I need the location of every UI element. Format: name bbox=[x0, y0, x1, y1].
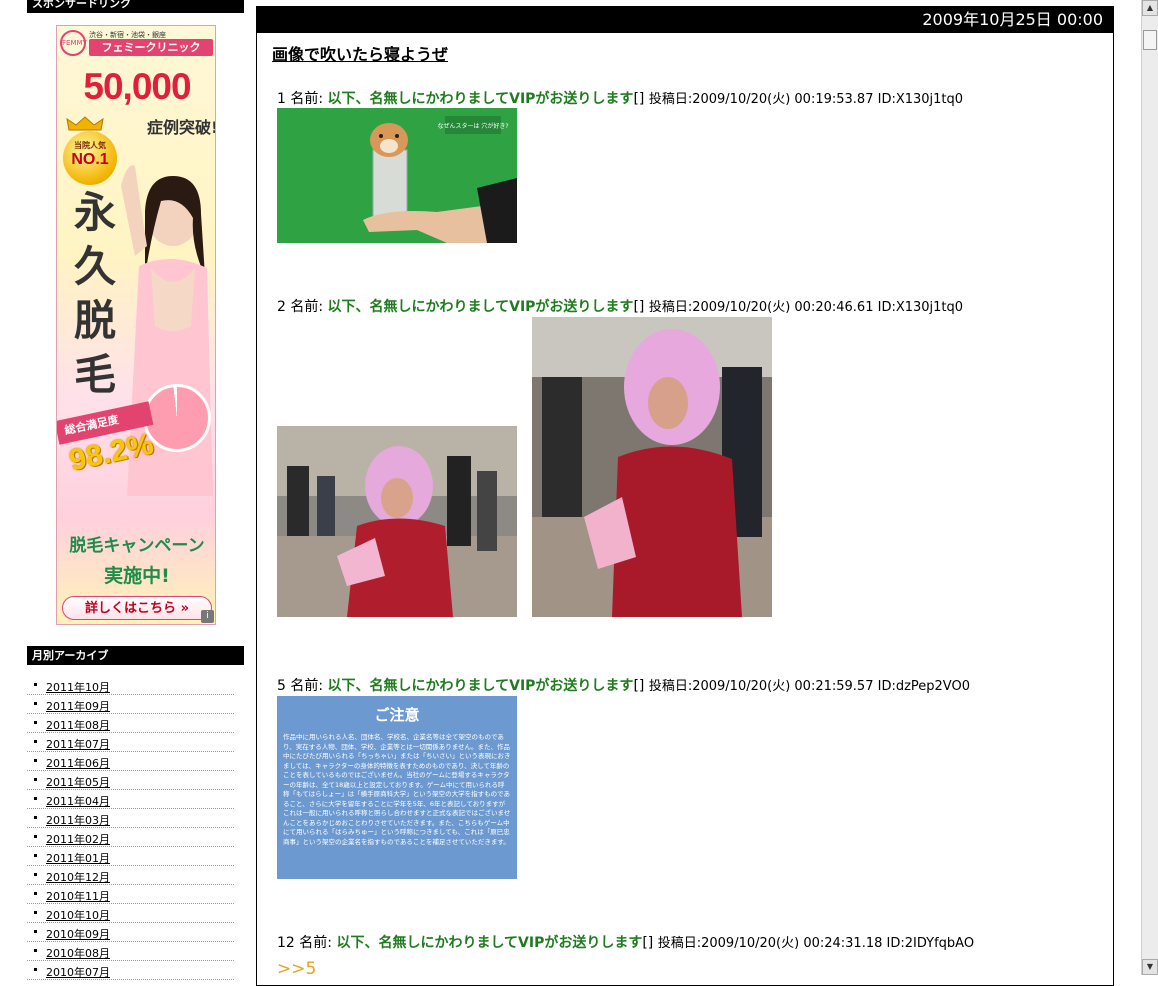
image-caption: なぜんスターは 穴が好き? bbox=[437, 122, 508, 130]
reply-anchor-link[interactable]: >>5 bbox=[277, 959, 316, 979]
post-header: 1 名前: 以下、名無しにかわりましてVIPがお送りします[] 投稿日:2009… bbox=[277, 88, 963, 108]
archive-link[interactable]: 2010年09月 bbox=[46, 928, 110, 941]
post-number: 2 bbox=[277, 299, 286, 315]
archive-item[interactable]: 2011年05月 bbox=[27, 771, 234, 790]
archive-item[interactable]: 2011年02月 bbox=[27, 828, 234, 847]
archive-link[interactable]: 2011年03月 bbox=[46, 814, 110, 827]
post-mail: [] bbox=[642, 935, 654, 951]
crown-icon bbox=[66, 116, 104, 131]
ad-medal-rank: NO.1 bbox=[71, 151, 109, 168]
notice-title: ご注意 bbox=[374, 706, 420, 724]
post-meta: 投稿日:2009/10/20(火) 00:19:53.87 ID:X130j1t… bbox=[648, 92, 964, 107]
clinic-logo-icon: FEMMY bbox=[60, 30, 87, 56]
archive-item[interactable]: 2011年07月 bbox=[27, 733, 234, 752]
archive-item[interactable]: 2010年10月 bbox=[27, 904, 234, 923]
ad-info-icon[interactable]: i bbox=[201, 610, 214, 623]
archive-item[interactable]: 2010年09月 bbox=[27, 923, 234, 942]
post-number: 1 bbox=[277, 91, 286, 107]
cosplay-photo bbox=[277, 426, 517, 617]
post-image-notice[interactable]: ご注意 作品中に用いられる人名、団体名、学校名、企業名等は全て架空のものであり、… bbox=[277, 696, 517, 879]
post-meta: 投稿日:2009/10/20(火) 00:24:31.18 ID:2IDYfqb… bbox=[657, 936, 975, 951]
post-image-cosplay-2[interactable] bbox=[532, 317, 772, 617]
vertical-scrollbar[interactable]: ▲ ▼ bbox=[1141, 0, 1158, 975]
post-number: 5 bbox=[277, 678, 286, 694]
archive-link[interactable]: 2011年05月 bbox=[46, 776, 110, 789]
cosplay-photo bbox=[532, 317, 772, 617]
sidebar: スポンサードリンク FEMMY 渋谷・新宿・池袋・銀座 フェミークリニック 50… bbox=[0, 0, 244, 980]
archive-link[interactable]: 2010年10月 bbox=[46, 909, 110, 922]
archive-item[interactable]: 2011年10月 bbox=[27, 676, 234, 695]
scroll-up-icon[interactable]: ▲ bbox=[1142, 0, 1158, 16]
archive-item[interactable]: 2011年01月 bbox=[27, 847, 234, 866]
ad-case-count-sub: 症例突破! bbox=[147, 118, 216, 137]
archive-item[interactable]: 2011年06月 bbox=[27, 752, 234, 771]
post-mail: [] bbox=[633, 91, 645, 107]
scroll-thumb[interactable] bbox=[1143, 30, 1157, 50]
archive-link[interactable]: 2011年06月 bbox=[46, 757, 110, 770]
post-header: 2 名前: 以下、名無しにかわりましてVIPがお送りします[] 投稿日:2009… bbox=[277, 296, 963, 316]
notice-text: 作品中に用いられる人名、団体名、学校名、企業名等は全て架空のものであり、実在する… bbox=[283, 733, 511, 846]
archive-item[interactable]: 2010年12月 bbox=[27, 866, 234, 885]
post-number: 12 bbox=[277, 935, 295, 951]
archive-link[interactable]: 2011年04月 bbox=[46, 795, 110, 808]
archive-link[interactable]: 2011年10月 bbox=[46, 681, 110, 694]
post-author: 以下、名無しにかわりましてVIPがお送りします bbox=[336, 935, 643, 951]
ad-campaign-line1: 脱毛キャンペーン bbox=[69, 536, 205, 556]
post-author: 以下、名無しにかわりましてVIPがお送りします bbox=[327, 91, 634, 107]
archive-link[interactable]: 2010年08月 bbox=[46, 947, 110, 960]
post-author: 以下、名無しにかわりましてVIPがお送りします bbox=[327, 299, 634, 315]
archive-list: 2011年10月 2011年09月 2011年08月 2011年07月 2011年06月… bbox=[27, 676, 234, 980]
page-title[interactable]: 画像で吹いたら寝ようぜ bbox=[272, 41, 448, 65]
archive-link[interactable]: 2010年12月 bbox=[46, 871, 110, 884]
ad-details-button[interactable]: 詳しくはこちら » bbox=[62, 596, 212, 620]
archive-link[interactable]: 2011年02月 bbox=[46, 833, 110, 846]
double-chevron-right-icon: » bbox=[180, 601, 189, 616]
archive-link[interactable]: 2011年07月 bbox=[46, 738, 110, 751]
post-author: 以下、名無しにかわりましてVIPがお送りします bbox=[327, 678, 634, 694]
archive-item[interactable]: 2010年11月 bbox=[27, 885, 234, 904]
archive-link[interactable]: 2011年01月 bbox=[46, 852, 110, 865]
archive-link[interactable]: 2010年07月 bbox=[46, 966, 110, 979]
ad-clinic-name: フェミークリニック bbox=[89, 39, 213, 56]
ad-headline: 永久脱毛 bbox=[73, 188, 116, 399]
post-mail: [] bbox=[633, 299, 645, 315]
post-header: 12 名前: 以下、名無しにかわりましてVIPがお送りします[] 投稿日:200… bbox=[277, 932, 974, 952]
archive-link[interactable]: 2011年09月 bbox=[46, 700, 110, 713]
archive-heading: 月別アーカイブ bbox=[27, 646, 244, 665]
archive-link[interactable]: 2011年08月 bbox=[46, 719, 110, 732]
archive-link[interactable]: 2010年11月 bbox=[46, 890, 110, 903]
post-name-label: 名前: bbox=[299, 935, 332, 951]
ad-medal: 当院人気 NO.1 bbox=[63, 131, 117, 185]
post-name-label: 名前: bbox=[290, 91, 324, 107]
main-article: 2009年10月25日 00:00 画像で吹いたら寝ようぜ 1 名前: 以下、名… bbox=[256, 6, 1114, 986]
archive-item[interactable]: 2011年04月 bbox=[27, 790, 234, 809]
post-image-cosplay-1[interactable] bbox=[277, 426, 517, 617]
post-meta: 投稿日:2009/10/20(火) 00:21:59.57 ID:dzPep2V… bbox=[648, 679, 970, 694]
post-header: 5 名前: 以下、名無しにかわりましてVIPがお送りします[] 投稿日:2009… bbox=[277, 675, 970, 695]
satisfaction-pie-chart bbox=[143, 384, 211, 452]
archive-item[interactable]: 2011年03月 bbox=[27, 809, 234, 828]
post-date: 2009年10月25日 00:00 bbox=[257, 7, 1113, 33]
post-meta: 投稿日:2009/10/20(火) 00:20:46.61 ID:X130j1t… bbox=[648, 300, 964, 315]
ad-banner[interactable]: FEMMY 渋谷・新宿・池袋・銀座 フェミークリニック 50,000 症例突破!… bbox=[56, 25, 216, 625]
post-mail: [] bbox=[633, 678, 645, 694]
post-name-label: 名前: bbox=[290, 299, 324, 315]
post-name-label: 名前: bbox=[290, 678, 324, 694]
ad-details-label: 詳しくはこちら bbox=[85, 601, 177, 616]
archive-item[interactable]: 2011年09月 bbox=[27, 695, 234, 714]
ad-medal-label: 当院人気 bbox=[74, 141, 106, 150]
archive-item[interactable]: 2010年08月 bbox=[27, 942, 234, 961]
archive-item[interactable]: 2011年08月 bbox=[27, 714, 234, 733]
hamster-photo: なぜんスターは 穴が好き? bbox=[277, 108, 517, 243]
archive-item[interactable]: 2010年07月 bbox=[27, 961, 234, 980]
ad-campaign-line2: 実施中! bbox=[104, 565, 170, 587]
scroll-down-icon[interactable]: ▼ bbox=[1142, 959, 1158, 975]
post-image-hamster[interactable]: なぜんスターは 穴が好き? bbox=[277, 108, 517, 243]
sponsor-heading: スポンサードリンク bbox=[27, 0, 244, 13]
ad-case-count: 50,000 bbox=[83, 66, 191, 107]
